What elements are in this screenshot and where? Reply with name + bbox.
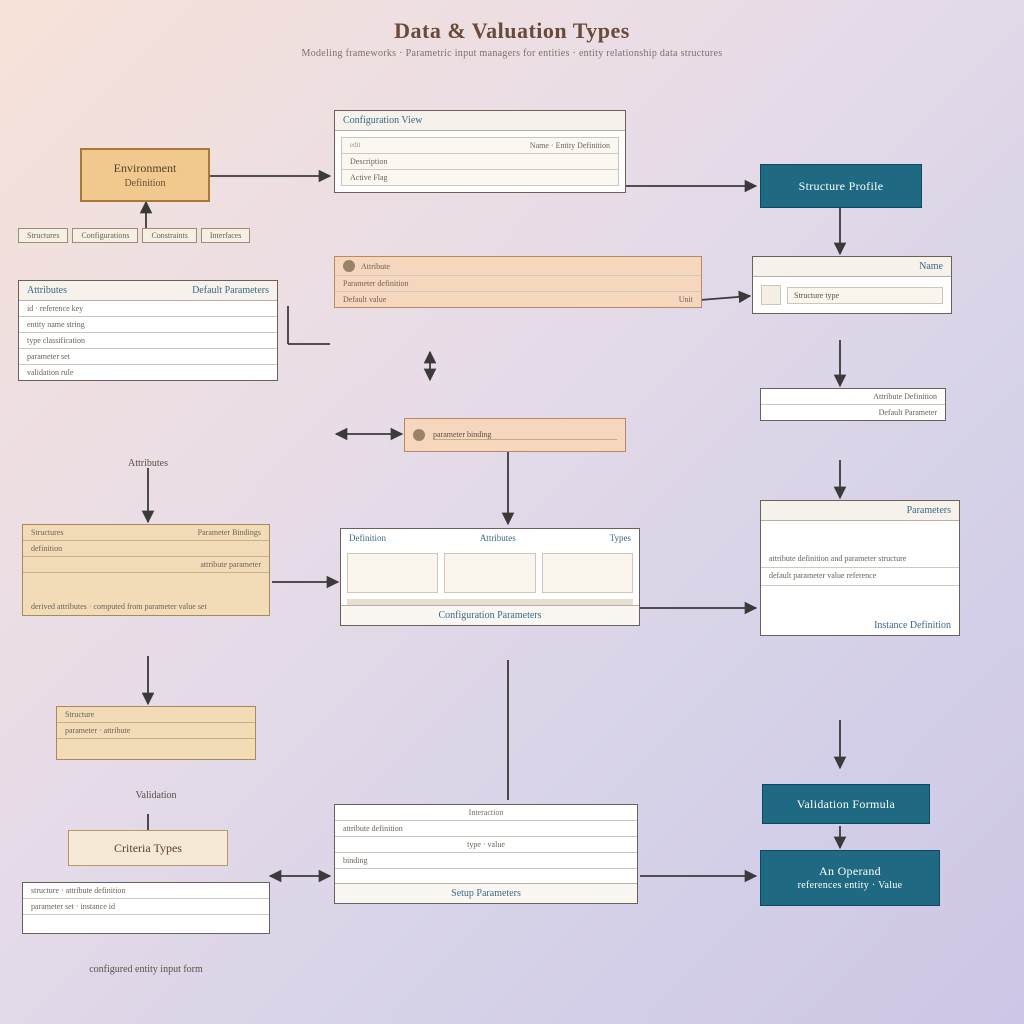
node-entity-input-form: structure · attribute definition paramet… [22, 882, 270, 934]
tab-configurations[interactable]: Configurations [72, 228, 138, 243]
form-row: Attribute [335, 257, 701, 276]
node-attr-def-panel: Attribute Definition Default Parameter [760, 388, 946, 421]
node-environment-label: Environment [114, 161, 177, 176]
user-icon [413, 429, 425, 441]
binding-label: parameter binding [433, 430, 617, 440]
thumbnail-icon [761, 285, 781, 305]
sb-note: derived attributes · computed from param… [23, 599, 269, 615]
config-params-header: Definition Attributes Types [341, 529, 639, 547]
list-item: parameter set [19, 349, 277, 365]
tab-constraints[interactable]: Constraints [142, 228, 196, 243]
list-item: type · value [335, 837, 637, 853]
list-item: validation rule [19, 365, 277, 380]
node-config-params: Definition Attributes Types Configuratio… [340, 528, 640, 626]
node-attributes-list: Attributes Default Parameters id · refer… [18, 280, 278, 381]
node-name-panel: Name Structure type [752, 256, 952, 314]
list-item: structure · attribute definition [23, 883, 269, 899]
form-row: Parameter definition [335, 276, 701, 292]
list-item: id · reference key [19, 301, 277, 317]
node-environment: Environment Definition [80, 148, 210, 202]
list-item: parameter · attribute [57, 723, 255, 739]
user-icon [343, 260, 355, 272]
node-environment-sub: Definition [124, 178, 165, 189]
attributes-footer: Attributes [18, 458, 278, 469]
node-instance-def: Parameters attribute definition and para… [760, 500, 960, 636]
attributes-header: Attributes Default Parameters [19, 281, 277, 301]
config-params-body [341, 547, 639, 599]
node-criteria-types: Criteria Types [68, 830, 228, 866]
list-item: binding [335, 853, 637, 869]
diagram-title: Data & Valuation Types [0, 18, 1024, 44]
instance-footer: Instance Definition [761, 616, 959, 635]
instance-header: Parameters [761, 501, 959, 521]
form-row: Default value Unit [335, 292, 701, 307]
node-structure-profile: Structure Profile [760, 164, 922, 208]
validation-footer: Validation [56, 790, 256, 801]
node-setup-params: Interaction attribute definition type · … [334, 804, 638, 904]
list-item: attribute definition and parameter struc… [761, 551, 959, 568]
setup-footer: Setup Parameters [335, 883, 637, 903]
entity-input-footer: configured entity input form [22, 964, 270, 975]
node-attribute-form: Attribute Parameter definition Default v… [334, 256, 702, 308]
setup-header: Interaction [335, 805, 637, 821]
name-field[interactable]: Structure type [787, 287, 943, 304]
list-item: Attribute Definition [761, 389, 945, 405]
list-item: parameter set · instance id [23, 899, 269, 915]
node-structures-bindings: Structures Parameter Bindings definition… [22, 524, 270, 616]
node-validation-formula: Validation Formula [762, 784, 930, 824]
tab-structures[interactable]: Structures [18, 228, 68, 243]
name-header: Name [753, 257, 951, 277]
tab-interfaces[interactable]: Interfaces [201, 228, 251, 243]
list-item: definition [23, 541, 269, 557]
config-params-footer: Configuration Parameters [341, 605, 639, 625]
form-row: edit Name · Entity Definition [342, 138, 618, 154]
sb-header: Structures Parameter Bindings [23, 525, 269, 541]
diagram-subtitle: Modeling frameworks · Parametric input m… [0, 48, 1024, 59]
list-item: attribute definition [335, 821, 637, 837]
node-operand: An Operand references entity · Value [760, 850, 940, 906]
form-row: Description [342, 154, 618, 170]
list-item: type classification [19, 333, 277, 349]
list-item: default parameter value reference [761, 568, 959, 585]
tab-row: Structures Configurations Constraints In… [18, 228, 250, 243]
list-item: Structure [57, 707, 255, 723]
node-config-view: Configuration View edit Name · Entity De… [334, 110, 626, 193]
list-item: Default Parameter [761, 405, 945, 420]
config-view-header: Configuration View [335, 111, 625, 131]
list-item: attribute parameter [23, 557, 269, 573]
node-validation: Structure parameter · attribute [56, 706, 256, 760]
form-row: Active Flag [342, 170, 618, 185]
name-body: Structure type [753, 277, 951, 313]
node-binding-small: parameter binding [404, 418, 626, 452]
list-item: entity name string [19, 317, 277, 333]
